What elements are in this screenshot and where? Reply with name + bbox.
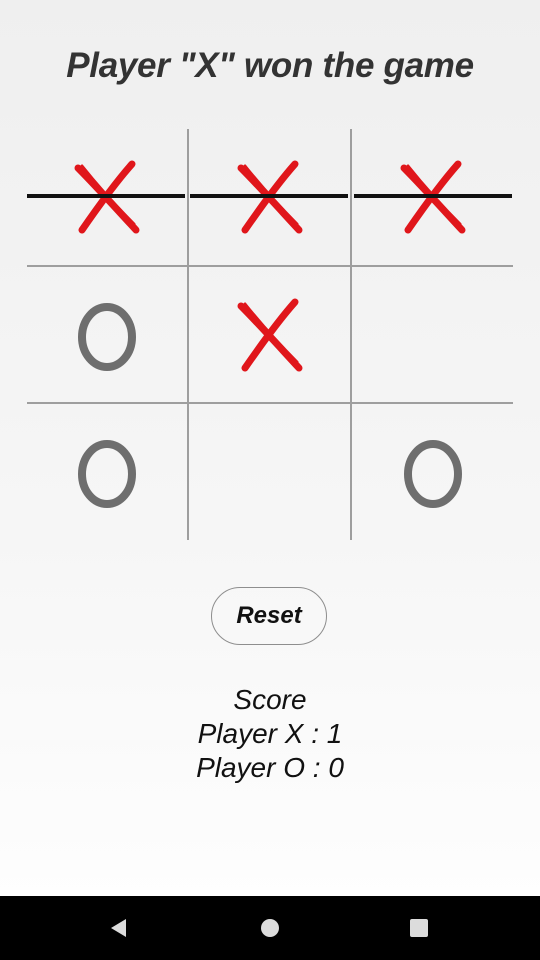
x-mark-icon [237,298,303,372]
android-navigation-bar [0,896,540,960]
score-heading: Score [233,684,307,715]
o-mark-icon [404,440,462,508]
board-cell-r2-c2[interactable] [190,267,350,403]
back-button[interactable] [103,912,135,944]
score-player-x: Player X : 1 [197,718,343,749]
home-button[interactable] [254,912,286,944]
back-triangle-icon [111,919,126,937]
board-cell-r3-c1[interactable] [27,404,187,540]
o-mark-icon [78,440,136,508]
winning-strike-line-segment-1 [27,194,185,198]
score-panel: Score Player X : 1 Player O : 0 [0,683,540,785]
o-mark-icon [78,303,136,371]
recent-apps-button[interactable] [403,912,435,944]
tic-tac-toe-board [27,129,513,540]
board-cell-r2-c3[interactable] [353,267,513,403]
game-status-title: Player "X" won the game [66,46,474,85]
home-circle-icon [261,919,279,937]
reset-button[interactable]: Reset [211,587,327,645]
winning-strike-line-segment-3 [354,194,512,198]
grid-line-vertical-1 [187,129,189,540]
recent-apps-square-icon [410,919,428,937]
game-screen: Player "X" won the game Reset Score Play… [0,0,540,896]
board-cell-r3-c3[interactable] [353,404,513,540]
board-cell-r2-c1[interactable] [27,267,187,403]
score-player-o: Player O : 0 [196,752,344,783]
winning-strike-line-segment-2 [190,194,348,198]
grid-line-vertical-2 [350,129,352,540]
board-cell-r3-c2[interactable] [190,404,350,540]
